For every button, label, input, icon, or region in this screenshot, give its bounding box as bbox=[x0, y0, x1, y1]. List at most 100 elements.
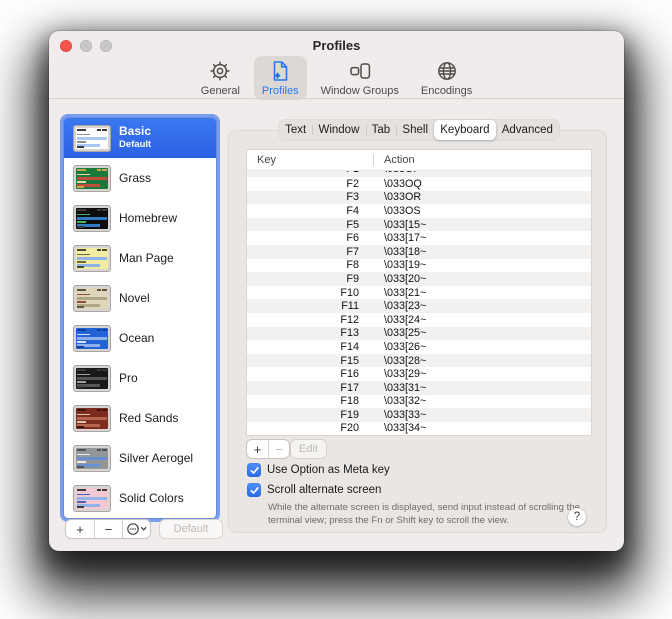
profile-name: Ocean bbox=[119, 330, 155, 345]
tab[interactable]: Tab bbox=[365, 120, 397, 140]
table-row[interactable]: F4 \033OS bbox=[247, 204, 591, 218]
profile-name: Pro bbox=[119, 370, 138, 385]
profile-thumbnail bbox=[73, 364, 111, 392]
preferences-window: Profiles General Profiles Window Groups … bbox=[49, 31, 624, 551]
profile-default-badge: Default bbox=[119, 139, 152, 150]
action-cell: \033[34~ bbox=[384, 422, 427, 435]
action-cell: \033OS bbox=[384, 204, 421, 217]
profile-list-item[interactable]: Homebrew bbox=[64, 198, 216, 238]
table-row[interactable]: F10 \033[21~ bbox=[247, 286, 591, 300]
profile-list-item[interactable]: Ocean bbox=[64, 318, 216, 358]
table-row[interactable]: F5 \033[15~ bbox=[247, 217, 591, 232]
profile-list-item[interactable]: Novel bbox=[64, 278, 216, 318]
scroll-alternate-screen-checkbox[interactable] bbox=[247, 483, 261, 497]
profile-thumbnail bbox=[73, 284, 111, 312]
table-row[interactable]: F8 \033[19~ bbox=[247, 259, 591, 273]
table-row[interactable]: F11 \033[23~ bbox=[247, 299, 591, 313]
table-row[interactable]: F9 \033[20~ bbox=[247, 272, 591, 286]
profile-name: Basic bbox=[119, 124, 152, 138]
column-header-key[interactable]: Key bbox=[247, 154, 373, 166]
remove-profile-button[interactable]: − bbox=[94, 520, 122, 538]
tab[interactable]: Window bbox=[312, 120, 365, 140]
checkbox-label: Use Option as Meta key bbox=[267, 464, 390, 476]
table-row[interactable]: F17 \033[31~ bbox=[247, 380, 591, 395]
table-row[interactable]: F15 \033[28~ bbox=[247, 353, 591, 368]
window-title: Profiles bbox=[312, 38, 361, 53]
table-row[interactable]: F19 \033[33~ bbox=[247, 408, 591, 422]
alternate-screen-note: While the alternate screen is displayed,… bbox=[268, 502, 580, 526]
table-header: Key Action bbox=[247, 150, 591, 171]
action-cell: \033[29~ bbox=[384, 368, 427, 381]
tab[interactable]: Advanced bbox=[496, 120, 559, 140]
table-row[interactable]: F18 \033[32~ bbox=[247, 395, 591, 409]
profile-list-item[interactable]: Man Page bbox=[64, 238, 216, 278]
toolbar-label: Encodings bbox=[420, 85, 473, 97]
key-cell: F2 bbox=[346, 177, 359, 190]
remove-mapping-button[interactable]: − bbox=[268, 440, 289, 458]
window-groups-icon bbox=[348, 58, 372, 84]
toolbar-item-window-groups[interactable]: Window Groups bbox=[313, 56, 407, 100]
use-option-as-meta-checkbox[interactable] bbox=[247, 463, 261, 477]
action-cell: \033[15~ bbox=[384, 218, 427, 231]
action-cell: \033[32~ bbox=[384, 395, 427, 408]
profile-action-menu-button[interactable] bbox=[122, 520, 150, 538]
profile-list-item[interactable]: Solid Colors bbox=[64, 478, 216, 518]
profiles-list: Basic Default Grass Homebrew Man Page No… bbox=[64, 118, 216, 518]
key-cell: F15 bbox=[340, 354, 359, 367]
profile-name: Red Sands bbox=[119, 410, 179, 425]
key-cell: F14 bbox=[340, 340, 359, 353]
globe-icon bbox=[435, 58, 459, 84]
profile-name: Grass bbox=[119, 170, 152, 185]
table-row[interactable]: F13 \033[25~ bbox=[247, 326, 591, 341]
help-button[interactable]: ? bbox=[568, 508, 586, 526]
profile-thumbnail bbox=[73, 404, 111, 432]
toolbar-label: Profiles bbox=[261, 85, 299, 97]
action-cell: \033[25~ bbox=[384, 327, 427, 340]
action-cell: \033[20~ bbox=[384, 272, 427, 285]
profile-list-actions: + − bbox=[66, 520, 150, 538]
action-cell: \033[23~ bbox=[384, 300, 427, 313]
profile-thumbnail bbox=[73, 444, 111, 472]
toolbar-item-profiles[interactable]: Profiles bbox=[253, 56, 307, 100]
key-cell: F12 bbox=[340, 313, 359, 326]
table-row[interactable]: F12 \033[24~ bbox=[247, 313, 591, 327]
action-cell: \033[18~ bbox=[384, 245, 427, 258]
gear-icon bbox=[208, 58, 232, 84]
profile-list-item[interactable]: Grass bbox=[64, 158, 216, 198]
screenshot-stage: Profiles General Profiles Window Groups … bbox=[0, 0, 672, 619]
table-row-partial[interactable]: F1 \033OP bbox=[247, 171, 591, 177]
action-cell: \033[19~ bbox=[384, 259, 427, 272]
table-row[interactable]: F20 \033[34~ bbox=[247, 422, 591, 435]
table-row[interactable]: F2 \033OQ bbox=[247, 177, 591, 191]
toolbar-item-encodings[interactable]: Encodings bbox=[413, 56, 480, 100]
profile-list-item[interactable]: Pro bbox=[64, 358, 216, 398]
keyboard-mapping-table: Key Action F1 \033OP F2 \033OQ F3 \033OR bbox=[247, 150, 591, 435]
profile-thumbnail bbox=[73, 164, 111, 192]
add-profile-button[interactable]: + bbox=[66, 520, 94, 538]
key-cell: F8 bbox=[346, 259, 359, 272]
chevron-down-icon bbox=[140, 526, 147, 531]
profile-list-item[interactable]: Silver Aerogel bbox=[64, 438, 216, 478]
profile-list-item[interactable]: Basic Default bbox=[64, 118, 216, 158]
key-cell: F16 bbox=[340, 368, 359, 381]
profile-name: Homebrew bbox=[119, 210, 178, 225]
tab[interactable]: Keyboard bbox=[434, 120, 496, 140]
tab[interactable]: Text bbox=[279, 120, 312, 140]
table-row[interactable]: F16 \033[29~ bbox=[247, 367, 591, 381]
toolbar-item-general[interactable]: General bbox=[193, 56, 248, 100]
edit-mapping-button[interactable]: Edit bbox=[291, 440, 326, 458]
profile-thumbnail bbox=[73, 204, 111, 232]
profile-list-item[interactable]: Red Sands bbox=[64, 398, 216, 438]
key-cell: F11 bbox=[341, 300, 359, 313]
default-button[interactable]: Default bbox=[160, 520, 222, 538]
add-mapping-button[interactable]: + bbox=[247, 440, 268, 458]
action-cell: \033[24~ bbox=[384, 313, 427, 326]
tab[interactable]: Shell bbox=[396, 120, 434, 140]
table-row[interactable]: F7 \033[18~ bbox=[247, 244, 591, 259]
table-row[interactable]: F14 \033[26~ bbox=[247, 340, 591, 354]
table-row[interactable]: F6 \033[17~ bbox=[247, 231, 591, 245]
column-header-action[interactable]: Action bbox=[373, 154, 415, 166]
checkmark-icon bbox=[250, 466, 259, 474]
table-row[interactable]: F3 \033OR bbox=[247, 190, 591, 205]
checkbox-label: Scroll alternate screen bbox=[267, 484, 382, 496]
